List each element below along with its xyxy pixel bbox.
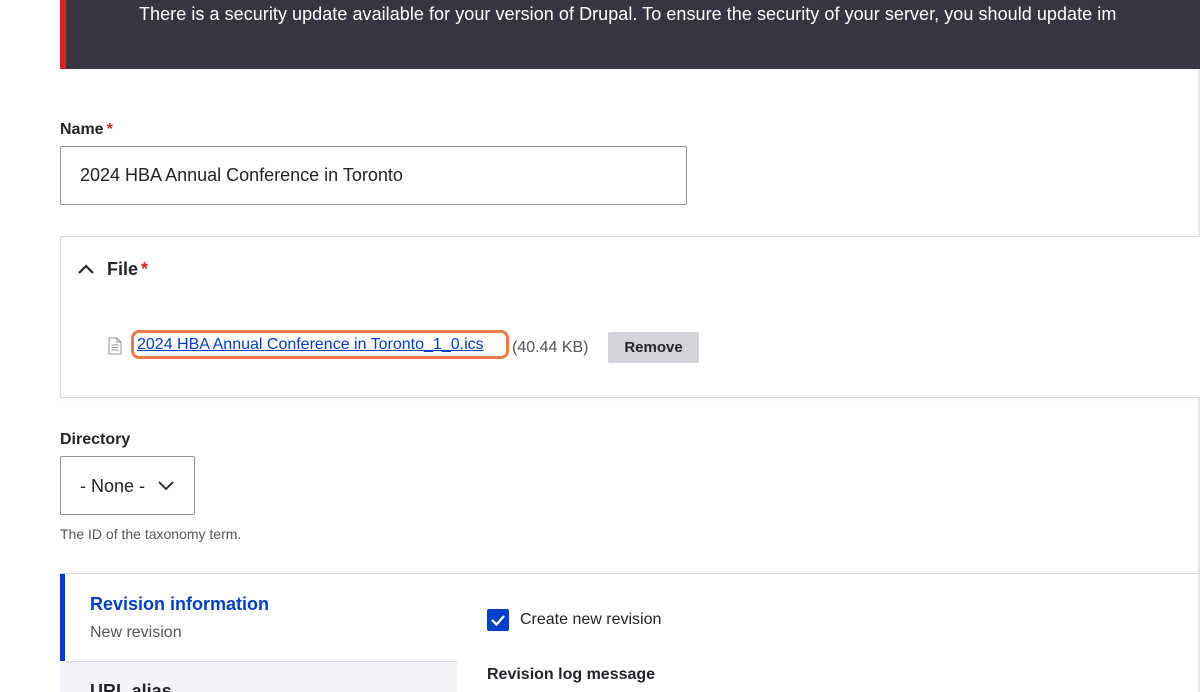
highlighted-file-link: 2024 HBA Annual Conference in Toronto_1_… [131,330,509,359]
file-size: (40.44 KB) [512,339,589,356]
security-update-banner: There is a security update available for… [60,0,1200,69]
file-field-label: File * [107,259,148,280]
name-input[interactable] [60,146,687,205]
chevron-down-icon [158,481,174,491]
required-marker: * [141,258,149,279]
tab-url-alias[interactable]: URL alias [65,661,457,692]
required-marker: * [106,121,113,138]
document-icon [108,337,122,355]
tab-title: URL alias [90,681,172,692]
directory-selected-value: - None - [80,476,146,496]
tab-summary: New revision [90,624,182,641]
directory-select[interactable]: - None - [60,456,195,515]
file-link[interactable]: 2024 HBA Annual Conference in Toronto_1_… [137,336,484,354]
file-details-box: File * 2024 HBA Annual Conference in Toro… [60,236,1200,398]
remove-button[interactable]: Remove [608,332,699,363]
chevron-up-icon [78,264,94,274]
create-revision-label: Create new revision [520,611,662,628]
create-revision-checkbox[interactable] [487,609,509,631]
checkmark-icon [491,615,505,627]
revision-log-label: Revision log message [487,666,656,683]
directory-label: Directory [60,431,131,448]
tab-title: Revision information [90,594,270,614]
directory-description: The ID of the taxonomy term. [60,526,242,542]
file-label-text: File [107,258,139,279]
tab-revision-information[interactable]: Revision information New revision [60,574,457,661]
name-field-label: Name * [60,121,113,139]
banner-message: There is a security update available for… [139,4,1117,24]
file-details-toggle[interactable]: File * [77,257,148,281]
name-label-text: Name [60,121,104,138]
